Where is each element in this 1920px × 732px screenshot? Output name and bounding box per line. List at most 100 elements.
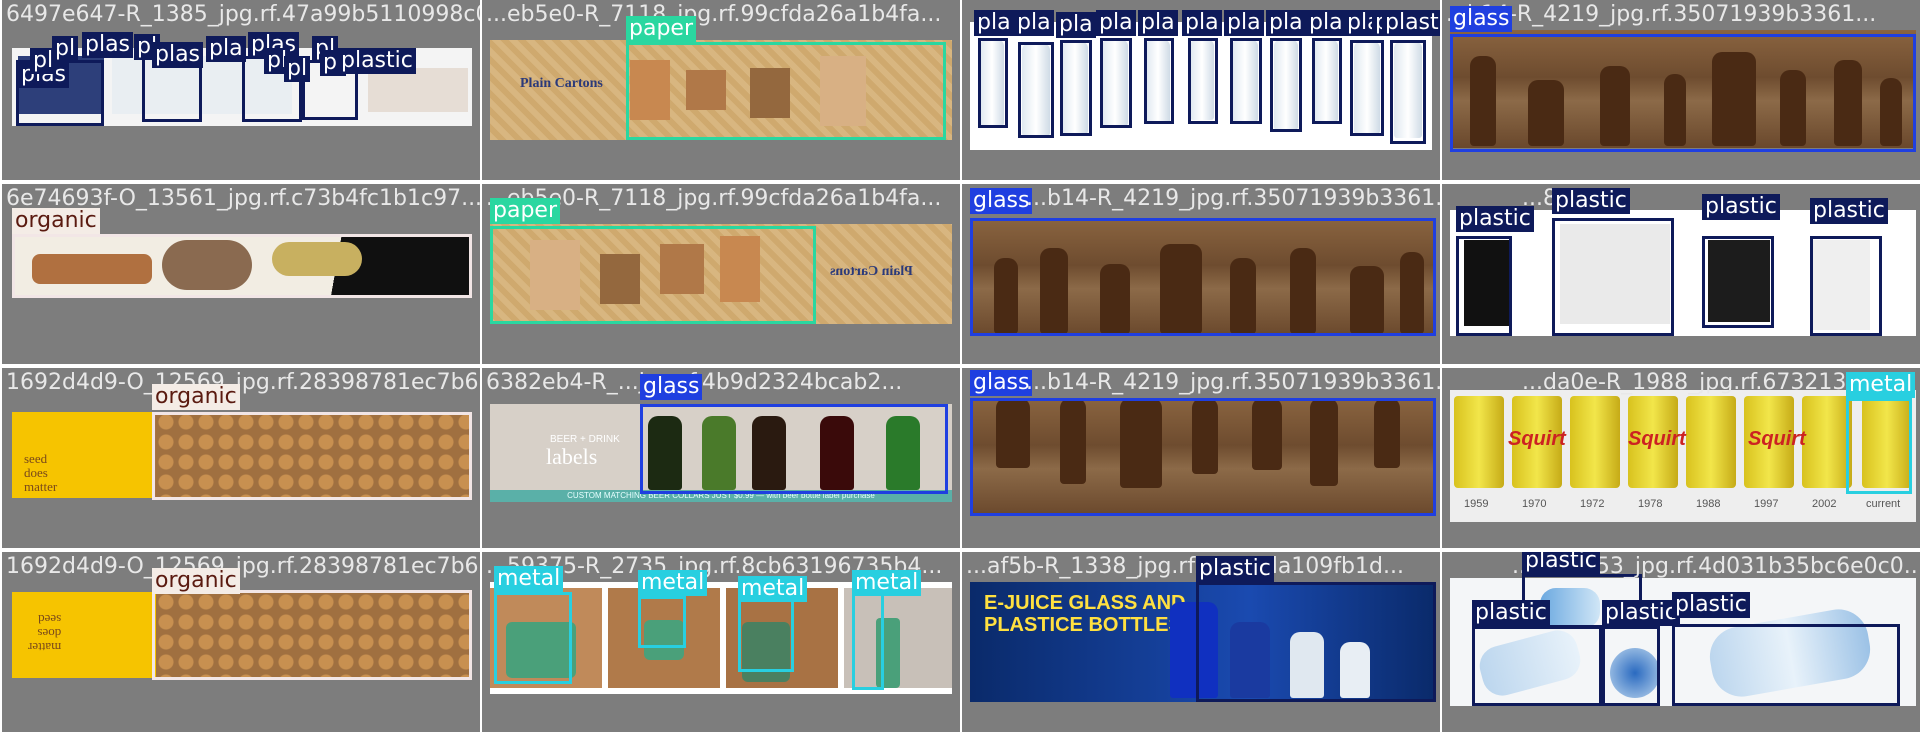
mosaic-tile: pla pla pla pla pla pla pla pla pla pla … (962, 0, 1440, 180)
plastic-box (1188, 38, 1218, 124)
paper-box (490, 226, 816, 324)
plastic-label: pla (1014, 10, 1054, 36)
mosaic-tile: seed does matter 1692d4d9-O_12569_jpg.rf… (2, 368, 480, 548)
image-text: matter (24, 479, 58, 494)
plastic-box (1144, 38, 1174, 124)
image-text: PLASTICE BOTTLES (984, 614, 1182, 636)
plastic-label: plastic (1810, 198, 1888, 224)
can-year: 1978 (1638, 498, 1663, 510)
plastic-box (1312, 38, 1342, 124)
image-caption: Plain Cartons (520, 76, 603, 91)
plastic-label: pla (1266, 10, 1306, 36)
mosaic-tile: matter does seed 1692d4d9-O_12569_jpg.rf.2… (2, 552, 480, 732)
glass-label: glass (640, 374, 703, 400)
glass-box (970, 218, 1436, 336)
mosaic-tile: 6497e647-R_1385_jpg.rf.47a99b5110998c035… (2, 0, 480, 180)
plastic-box (1100, 38, 1132, 128)
plastic-label: plas (82, 32, 134, 58)
paper-label: paper (626, 16, 696, 42)
plastic-box (1230, 38, 1262, 124)
plastic-box (1552, 218, 1674, 336)
plastic-box (1602, 626, 1660, 706)
plastic-label: pla (1182, 10, 1222, 36)
file-name: ...af5b-R_1338_jpg.rf...3fe1da109fb1d... (966, 554, 1404, 579)
metal-box (494, 592, 572, 684)
plastic-box (1472, 626, 1602, 706)
paper-label: paper (490, 198, 560, 224)
can-year: 1972 (1580, 498, 1605, 510)
mosaic-tile: BEER + DRINK labels CUSTOM MATCHING BEER… (482, 368, 960, 548)
can-year: 1959 (1464, 498, 1489, 510)
mosaic-tile: glass ...b14-R_4219_jpg.rf.35071939b3361… (962, 368, 1440, 548)
file-name: ...b14-R_4219_jpg.rf.35071939b3361... (1026, 186, 1440, 211)
plastic-box (1350, 40, 1384, 136)
plastic-box (1456, 236, 1512, 336)
plastic-label: plastic (1552, 188, 1630, 214)
plastic-label: plastic (1602, 600, 1680, 626)
organic-box (152, 590, 472, 680)
plastic-box (1196, 582, 1436, 702)
metal-label: metal (852, 570, 922, 596)
metal-label: metal (494, 566, 564, 592)
can-brand: Squirt (1628, 428, 1686, 450)
plastic-box (1702, 236, 1774, 328)
plastic-box (1060, 40, 1092, 136)
can-year: 1997 (1754, 498, 1779, 510)
plastic-box (1390, 40, 1426, 144)
plastic-label: pla (1138, 10, 1178, 36)
image-caption: Plain Cartons (830, 264, 913, 279)
file-name: 1692d4d9-O_12569_jpg.rf.28398781ec7b6... (6, 370, 480, 395)
plastic-box (978, 38, 1008, 128)
metal-label: metal (1846, 372, 1916, 398)
plastic-box (1810, 236, 1882, 336)
organic-label: organic (12, 208, 100, 234)
plastic-label: pl (284, 56, 311, 82)
can-year: 1970 (1522, 498, 1547, 510)
plastic-label: pl (52, 36, 79, 62)
glass-label: glass (970, 370, 1033, 396)
paper-box (626, 42, 946, 140)
plastic-box (1018, 42, 1054, 138)
mosaic-tile: Plain Cartons ...eb5e0-R_7118_jpg.rf.99c… (482, 184, 960, 364)
plastic-label: pla (1306, 10, 1346, 36)
plastic-label: plastic (1472, 600, 1550, 626)
plastic-label: pla (1096, 10, 1136, 36)
plastic-box (1672, 624, 1900, 706)
mosaic-tile: E-JUICE GLASS AND PLASTICE BOTTLES ...af… (962, 552, 1440, 732)
mosaic-tile: 6e74693f-O_13561_jpg.rf.c73b4fc1b1c97...… (2, 184, 480, 364)
organic-label: organic (152, 568, 240, 594)
plastic-label: plas (152, 42, 204, 68)
glass-label: glass (970, 188, 1033, 214)
plastic-label: plasti (1382, 10, 1440, 36)
can-brand: Squirt (1508, 428, 1566, 450)
metal-box (738, 596, 794, 672)
plastic-label: plastic (1456, 206, 1534, 232)
plastic-label: pla (1224, 10, 1264, 36)
plastic-label: pla (206, 36, 246, 62)
mosaic-tile: ...55d...53_jpg.rf.4d031b35bc6e0c0... pl… (1442, 552, 1920, 732)
can-year: current (1866, 498, 1901, 510)
file-name: ...da0e-R_1988_jpg.rf.6732136... (1522, 370, 1882, 395)
mosaic-tile: Squirt Squirt Squirt 1959 1970 1972 1978… (1442, 368, 1920, 548)
plastic-label: pla (974, 10, 1014, 36)
mosaic-tile: ...59375-R_2735_jpg.rf.8cb63196735b4... … (482, 552, 960, 732)
mosaic-tile: Plain Cartons ...eb5e0-R_7118_jpg.rf.99c… (482, 0, 960, 180)
plastic-label: plastic (1196, 556, 1274, 582)
glass-box (1450, 34, 1916, 152)
file-name: 6497e647-R_1385_jpg.rf.47a99b5110998c035 (6, 2, 480, 27)
image-text: does (24, 465, 48, 480)
mosaic-tile: ...88...7 plastic plastic plastic plasti… (1442, 184, 1920, 364)
image-text: E-JUICE GLASS AND (984, 592, 1186, 614)
mosaic-tile: ...b14-R_4219_jpg.rf.35071939b3361... gl… (1442, 0, 1920, 180)
image-text: labels (546, 444, 598, 469)
organic-box (12, 234, 472, 298)
plastic-label: pla (1056, 12, 1096, 38)
glass-label: glass (1450, 6, 1513, 32)
glass-box (970, 398, 1436, 516)
metal-box (638, 596, 686, 648)
organic-label: organic (152, 384, 240, 410)
mosaic-tile: glass ...b14-R_4219_jpg.rf.35071939b3361… (962, 184, 1440, 364)
metal-label: metal (738, 576, 808, 602)
can-year: 2002 (1812, 498, 1837, 510)
metal-box (1846, 398, 1912, 494)
